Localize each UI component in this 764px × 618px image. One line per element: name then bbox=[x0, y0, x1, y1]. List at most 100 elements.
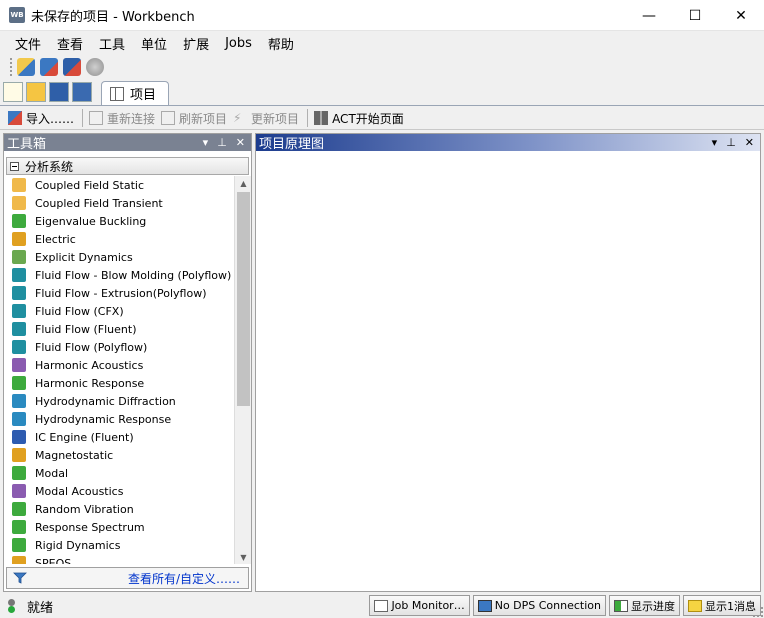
save-project-icon[interactable] bbox=[40, 58, 58, 76]
list-item-label: Fluid Flow - Extrusion(Polyflow) bbox=[35, 286, 207, 300]
reconnect-button[interactable]: 重新连接 bbox=[89, 110, 155, 127]
pin-icon[interactable]: ⊥ bbox=[726, 136, 736, 149]
list-item[interactable]: Modal bbox=[4, 464, 233, 482]
close-icon[interactable]: ✕ bbox=[236, 136, 245, 149]
maximize-button[interactable]: ☐ bbox=[672, 0, 718, 31]
scroll-down-icon[interactable]: ▼ bbox=[235, 550, 252, 564]
import-icon bbox=[8, 111, 22, 125]
list-item[interactable]: IC Engine (Fluent) bbox=[4, 428, 233, 446]
menu-help[interactable]: 帮助 bbox=[260, 34, 302, 53]
list-item[interactable]: Explicit Dynamics bbox=[4, 248, 233, 266]
status-buttons: Job Monitor… No DPS Connection 显示进度 显示1消… bbox=[369, 595, 761, 616]
project-schematic-panel: 项目原理图 ▾ ⊥ ✕ bbox=[255, 133, 761, 592]
list-item[interactable]: Hydrodynamic Diffraction bbox=[4, 392, 233, 410]
fluid-icon bbox=[12, 304, 26, 318]
show-progress-button[interactable]: 显示进度 bbox=[609, 595, 680, 616]
pin-icon[interactable]: ⊥ bbox=[217, 136, 227, 149]
open-project-icon[interactable] bbox=[17, 58, 35, 76]
new-file-icon[interactable] bbox=[3, 82, 23, 102]
list-item[interactable]: Modal Acoustics bbox=[4, 482, 233, 500]
modal-icon bbox=[12, 466, 26, 480]
toolbar-separator bbox=[307, 109, 309, 127]
monitor-icon bbox=[477, 599, 492, 612]
archive-project-icon[interactable] bbox=[63, 58, 81, 76]
analysis-systems-list: Coupled Field Static Coupled Field Transi… bbox=[4, 176, 233, 564]
speos-icon bbox=[12, 556, 26, 564]
act-start-page-button[interactable]: ACT开始页面 bbox=[314, 110, 404, 127]
list-item[interactable]: Magnetostatic bbox=[4, 446, 233, 464]
show-messages-button[interactable]: 显示1消息 bbox=[683, 595, 761, 616]
coupled-field-icon bbox=[12, 178, 26, 192]
list-item[interactable]: Fluid Flow (Polyflow) bbox=[4, 338, 233, 356]
status-text: 就绪 bbox=[27, 600, 54, 616]
list-item[interactable]: Harmonic Response bbox=[4, 374, 233, 392]
import-button[interactable]: 导入…… bbox=[8, 110, 74, 127]
list-item[interactable]: Fluid Flow - Extrusion(Polyflow) bbox=[4, 284, 233, 302]
list-item[interactable]: Harmonic Acoustics bbox=[4, 356, 233, 374]
list-item-label: Fluid Flow (CFX) bbox=[35, 304, 124, 318]
monitor-wave-icon bbox=[374, 599, 389, 612]
open-folder-icon[interactable] bbox=[26, 82, 46, 102]
workbench-app-icon: WB bbox=[9, 7, 25, 23]
menu-extensions[interactable]: 扩展 bbox=[175, 34, 217, 53]
refresh-project-button[interactable]: 刷新项目 bbox=[161, 110, 227, 127]
dps-label: No DPS Connection bbox=[494, 599, 601, 612]
list-item[interactable]: Response Spectrum bbox=[4, 518, 233, 536]
menu-view[interactable]: 查看 bbox=[49, 34, 91, 53]
list-item[interactable]: Rigid Dynamics bbox=[4, 536, 233, 554]
list-item[interactable]: SPEOS bbox=[4, 554, 233, 564]
list-item[interactable]: Eigenvalue Buckling bbox=[4, 212, 233, 230]
scroll-up-icon[interactable]: ▲ bbox=[235, 176, 252, 190]
filter-icon[interactable] bbox=[13, 571, 27, 585]
menu-tools[interactable]: 工具 bbox=[91, 34, 133, 53]
dropdown-icon[interactable]: ▾ bbox=[203, 136, 209, 149]
toolbar-grip[interactable] bbox=[10, 58, 13, 76]
collapse-icon[interactable] bbox=[10, 161, 19, 171]
acoustics-icon bbox=[12, 358, 26, 372]
schematic-canvas[interactable] bbox=[256, 151, 760, 591]
standard-toolbar bbox=[0, 55, 764, 79]
list-item-label: Electric bbox=[35, 232, 76, 246]
list-item[interactable]: Hydrodynamic Response bbox=[4, 410, 233, 428]
toolbox-scrollbar[interactable]: ▲ ▼ bbox=[234, 176, 251, 564]
minimize-button[interactable]: — bbox=[626, 0, 672, 31]
job-monitor-button[interactable]: Job Monitor… bbox=[369, 595, 470, 616]
view-all-customize-link[interactable]: 查看所有/自定义…… bbox=[128, 570, 240, 587]
analysis-systems-group[interactable]: 分析系统 bbox=[6, 157, 249, 175]
menu-units[interactable]: 单位 bbox=[133, 34, 175, 53]
fluid-icon bbox=[12, 340, 26, 354]
list-item[interactable]: Random Vibration bbox=[4, 500, 233, 518]
dps-connection-button[interactable]: No DPS Connection bbox=[472, 595, 606, 616]
save-icon[interactable] bbox=[49, 82, 69, 102]
update-project-button[interactable]: ⚡ 更新项目 bbox=[233, 110, 299, 127]
menu-jobs[interactable]: Jobs bbox=[217, 36, 260, 51]
list-item-label: Eigenvalue Buckling bbox=[35, 214, 147, 228]
hydro-icon bbox=[12, 394, 26, 408]
fluid-icon bbox=[12, 286, 26, 300]
save-as-icon[interactable] bbox=[72, 82, 92, 102]
menu-file[interactable]: 文件 bbox=[7, 34, 49, 53]
list-item[interactable]: Fluid Flow (CFX) bbox=[4, 302, 233, 320]
list-item-label: Harmonic Response bbox=[35, 376, 145, 390]
list-item[interactable]: Coupled Field Static bbox=[4, 176, 233, 194]
list-item-label: Explicit Dynamics bbox=[35, 250, 133, 264]
toolbox-header: 工具箱 ▾ ⊥ ✕ bbox=[4, 134, 251, 152]
tab-project-label: 项目 bbox=[130, 88, 157, 103]
scroll-thumb[interactable] bbox=[237, 192, 250, 406]
act-start-label: ACT开始页面 bbox=[332, 111, 404, 126]
refresh-label: 刷新项目 bbox=[179, 111, 228, 126]
close-icon[interactable]: ✕ bbox=[745, 136, 754, 149]
resize-grip[interactable] bbox=[753, 607, 763, 617]
list-item[interactable]: Fluid Flow (Fluent) bbox=[4, 320, 233, 338]
list-item[interactable]: Electric bbox=[4, 230, 233, 248]
close-window-button[interactable]: ✕ bbox=[718, 0, 764, 31]
dropdown-icon[interactable]: ▾ bbox=[712, 136, 718, 149]
random-icon bbox=[12, 502, 26, 516]
list-item-label: IC Engine (Fluent) bbox=[35, 430, 134, 444]
disabled-sphere-icon bbox=[86, 58, 104, 76]
list-item[interactable]: Coupled Field Transient bbox=[4, 194, 233, 212]
list-item-label: Rigid Dynamics bbox=[35, 538, 121, 552]
list-item[interactable]: Fluid Flow - Blow Molding (Polyflow) bbox=[4, 266, 233, 284]
list-item-label: Fluid Flow - Blow Molding (Polyflow) bbox=[35, 268, 232, 282]
tab-project[interactable]: 项目 bbox=[101, 81, 170, 105]
